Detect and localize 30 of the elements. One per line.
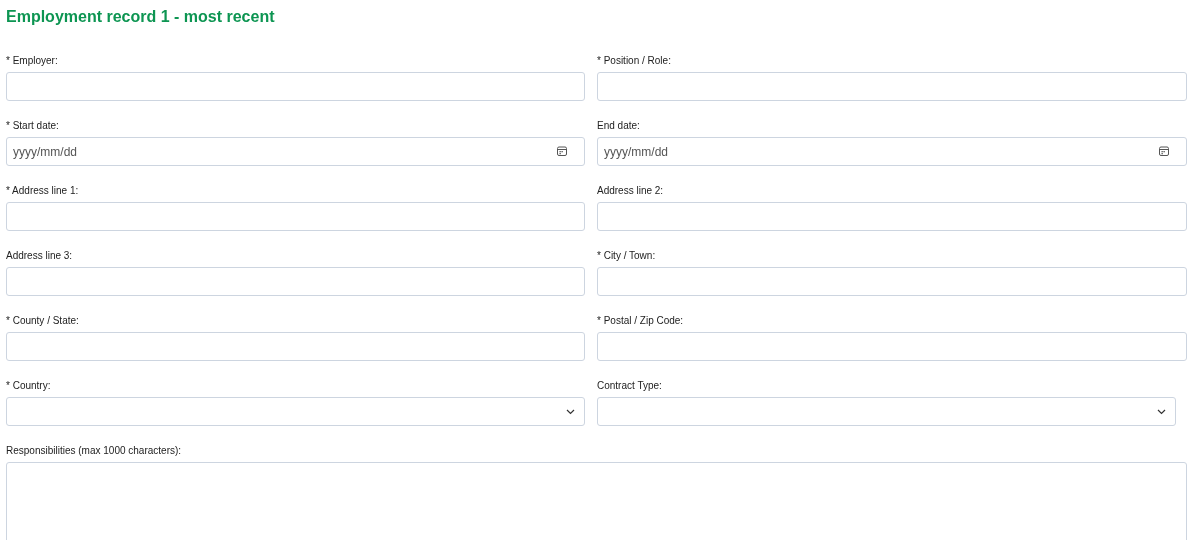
calendar-icon[interactable]: [557, 146, 567, 156]
chevron-down-icon: [1157, 408, 1166, 415]
field-label: * County / State:: [6, 315, 79, 327]
dropdown-field[interactable]: [6, 397, 585, 426]
field-label: Address line 3:: [6, 250, 73, 262]
dropdown-field[interactable]: [597, 397, 1176, 426]
field-label: * Country:: [6, 380, 51, 392]
chevron-down-icon: [566, 408, 575, 415]
section-title: Employment record 1 - most recent: [6, 7, 276, 27]
field-label: * Postal / Zip Code:: [597, 315, 684, 327]
field-label: * Employer:: [6, 55, 58, 67]
text-field[interactable]: [597, 72, 1187, 101]
text-field[interactable]: [6, 267, 585, 296]
field-label: Address line 2:: [597, 185, 664, 197]
field-label: * Address line 1:: [6, 185, 79, 197]
text-field[interactable]: [597, 202, 1187, 231]
calendar-icon[interactable]: [1159, 146, 1169, 156]
text-field[interactable]: [597, 332, 1187, 361]
text-field[interactable]: [6, 202, 585, 231]
field-label: * City / Town:: [597, 250, 656, 262]
text-field[interactable]: [597, 267, 1187, 296]
field-label: * Position / Role:: [597, 55, 671, 67]
text-field[interactable]: [6, 332, 585, 361]
date-field[interactable]: yyyy/mm/dd: [6, 137, 585, 166]
field-label: End date:: [597, 120, 640, 132]
field-label: Contract Type:: [597, 380, 662, 392]
text-field[interactable]: [6, 72, 585, 101]
field-label: * Start date:: [6, 120, 59, 132]
field-label: Responsibilities (max 1000 characters):: [6, 445, 182, 457]
date-field[interactable]: yyyy/mm/dd: [597, 137, 1187, 166]
